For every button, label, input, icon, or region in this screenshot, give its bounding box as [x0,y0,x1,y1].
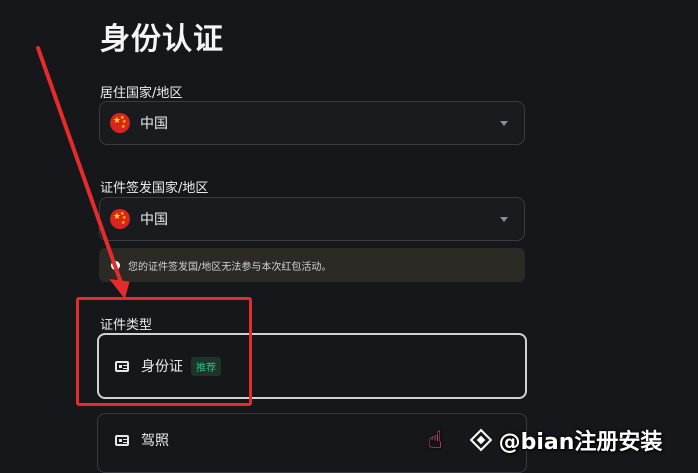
watermark: ☝ @bian注册安装 [428,424,662,456]
watermark-text: @bian注册安装 [498,430,663,455]
annotation-arrow [36,46,130,299]
hand-pointer-icon: ☝ [428,426,443,454]
binance-logo-icon [469,428,492,452]
